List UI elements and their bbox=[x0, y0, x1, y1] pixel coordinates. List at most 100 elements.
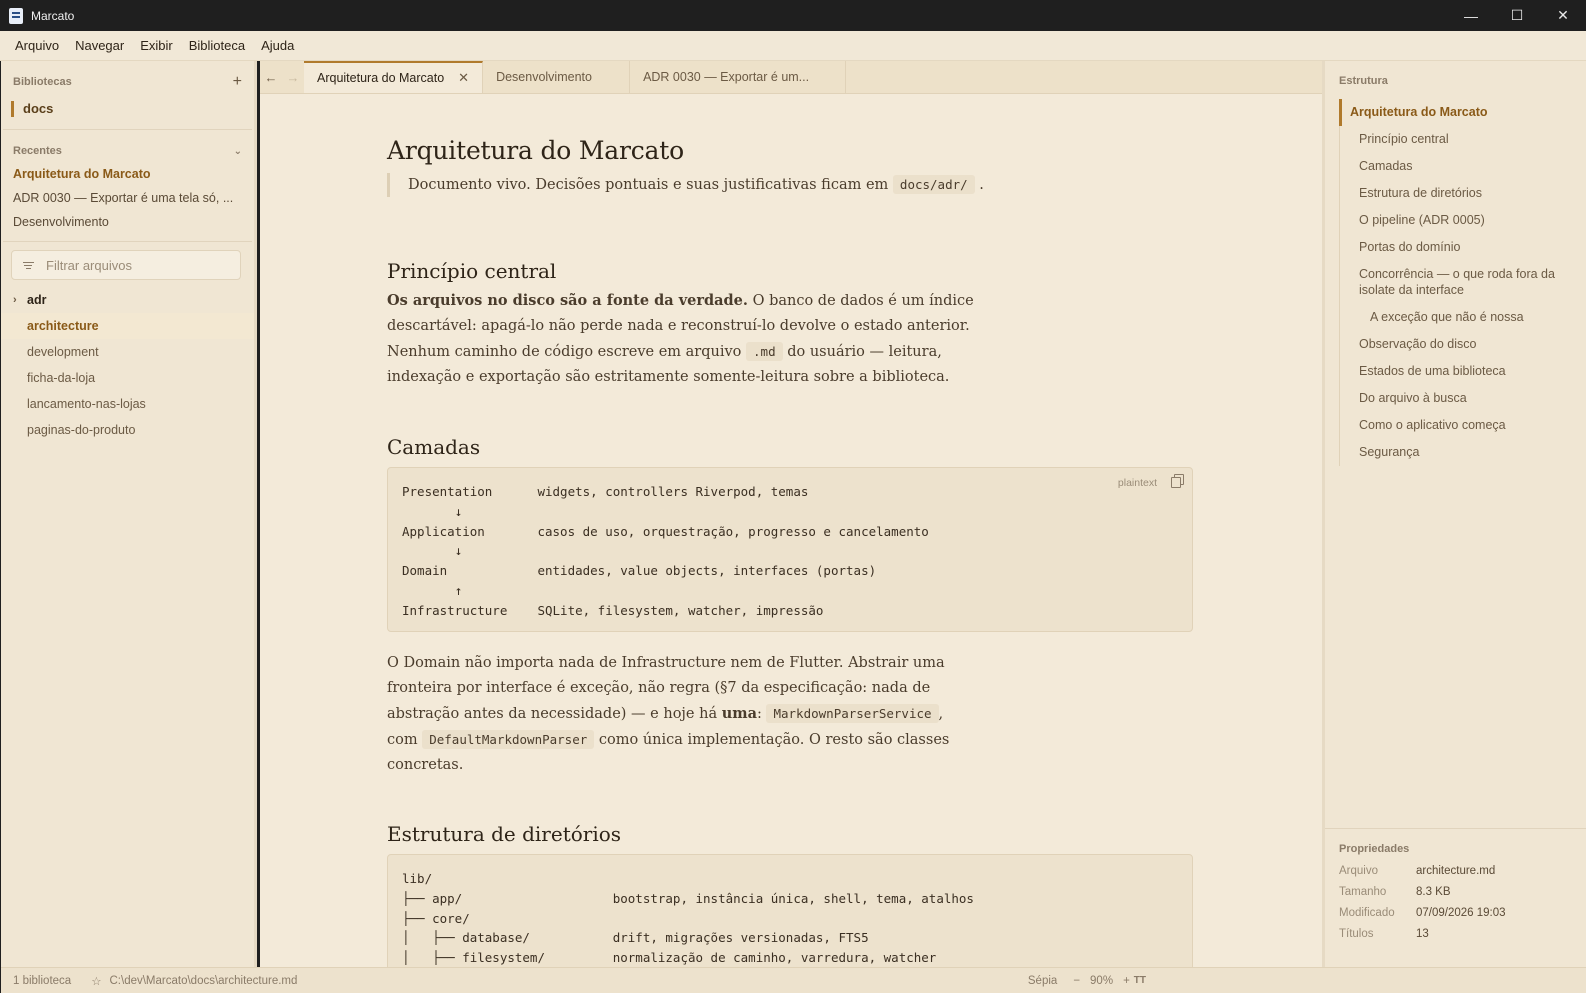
toc-item[interactable]: Concorrência — o que roda fora da isolat… bbox=[1340, 261, 1586, 304]
menu-ajuda[interactable]: Ajuda bbox=[253, 38, 302, 53]
tree-item-development[interactable]: development bbox=[1, 339, 254, 365]
file-tree: › adr architecture development ficha-da-… bbox=[1, 287, 254, 443]
property-value: 13 bbox=[1416, 928, 1429, 940]
quote-text: Documento vivo. Decisões pontuais e suas… bbox=[408, 177, 889, 193]
menu-biblioteca[interactable]: Biblioteca bbox=[181, 38, 253, 53]
toc-item[interactable]: Do arquivo à busca bbox=[1340, 385, 1586, 412]
maximize-button[interactable]: ☐ bbox=[1494, 0, 1540, 31]
tab-label: ADR 0030 — Exportar é um... bbox=[643, 70, 810, 84]
property-key: Títulos bbox=[1339, 928, 1374, 940]
filter-input[interactable]: Filtrar arquivos bbox=[11, 250, 241, 280]
property-key: Modificado bbox=[1339, 907, 1395, 919]
chevron-down-icon[interactable]: ⌄ bbox=[234, 146, 242, 157]
filter-placeholder: Filtrar arquivos bbox=[46, 257, 132, 273]
close-window-button[interactable]: ✕ bbox=[1540, 0, 1586, 31]
property-value: 07/09/2026 19:03 bbox=[1416, 907, 1506, 919]
inline-code: MarkdownParserService bbox=[766, 704, 939, 723]
properties-section: Propriedades Arquivo architecture.md Tama… bbox=[1325, 828, 1586, 945]
property-value: architecture.md bbox=[1416, 865, 1496, 877]
recent-item[interactable]: ADR 0030 — Exportar é uma tela só, ... bbox=[1, 186, 254, 210]
sidebar: Bibliotecas + docs Recentes ⌄ Arquitetur… bbox=[1, 61, 257, 967]
code-content: lib/ ├── app/ bootstrap, instância única… bbox=[402, 871, 974, 966]
toc-item[interactable]: Estrutura de diretórios bbox=[1340, 180, 1586, 207]
tab-bar: ← → Arquitetura do Marcato ✕ Desenvolvim… bbox=[260, 61, 1322, 94]
zoom-out-button[interactable]: − bbox=[1073, 975, 1080, 987]
tree-item-architecture[interactable]: architecture bbox=[1, 313, 254, 339]
divider bbox=[3, 129, 252, 130]
libraries-header: Bibliotecas + bbox=[1, 73, 254, 91]
toc-item[interactable]: A exceção que não é nossa bbox=[1340, 304, 1586, 331]
property-row: Títulos 13 bbox=[1325, 924, 1586, 945]
add-library-icon[interactable]: + bbox=[233, 73, 242, 91]
chevron-right-icon[interactable]: › bbox=[13, 287, 17, 313]
library-item-docs[interactable]: docs bbox=[11, 101, 254, 117]
tab-label: Arquitetura do Marcato bbox=[317, 71, 445, 85]
toc-item[interactable]: Estados de uma biblioteca bbox=[1340, 358, 1586, 385]
tree-item-paginas-do-produto[interactable]: paginas-do-produto bbox=[1, 417, 254, 443]
property-key: Tamanho bbox=[1339, 886, 1387, 898]
toc-item[interactable]: Princípio central bbox=[1340, 126, 1586, 153]
recents-header[interactable]: Recentes ⌄ bbox=[1, 141, 254, 161]
recent-item[interactable]: Desenvolvimento bbox=[1, 210, 254, 234]
bold-text: Os arquivos no disco são a fonte da verd… bbox=[387, 292, 748, 309]
paragraph-domain: O Domain não importa nada de Infrastruct… bbox=[387, 651, 977, 778]
toc-item[interactable]: Camadas bbox=[1340, 153, 1586, 180]
divider bbox=[3, 241, 252, 242]
file-path: C:\dev\Marcato\docs\architecture.md bbox=[109, 974, 298, 987]
toc-item[interactable]: O pipeline (ADR 0005) bbox=[1340, 207, 1586, 234]
outline-panel: Estrutura Arquitetura do Marcato Princíp… bbox=[1322, 61, 1586, 967]
paragraph-principio: Os arquivos no disco são a fonte da verd… bbox=[387, 288, 977, 390]
text-size-icon[interactable]: TT bbox=[1134, 975, 1146, 986]
tree-folder-adr[interactable]: › adr bbox=[1, 287, 254, 313]
document-view[interactable]: Arquitetura do Marcato Documento vivo. D… bbox=[260, 94, 1322, 967]
libraries-title: Bibliotecas bbox=[13, 76, 72, 88]
back-arrow-icon[interactable]: ← bbox=[260, 61, 282, 93]
doc-title: Arquitetura do Marcato bbox=[387, 136, 684, 165]
star-icon[interactable]: ☆ bbox=[91, 974, 101, 988]
recent-item[interactable]: Arquitetura do Marcato bbox=[1, 162, 254, 186]
tree-item-lancamento-nas-lojas[interactable]: lancamento-nas-lojas bbox=[1, 391, 254, 417]
menu-exibir[interactable]: Exibir bbox=[132, 38, 181, 53]
tab-desenvolvimento[interactable]: Desenvolvimento bbox=[483, 61, 631, 93]
code-language: plaintext bbox=[1117, 477, 1157, 489]
inline-code: docs/adr/ bbox=[892, 175, 975, 194]
tree-label: adr bbox=[27, 293, 47, 307]
blockquote: Documento vivo. Decisões pontuais e suas… bbox=[387, 173, 1193, 197]
toc-item[interactable]: Segurança bbox=[1340, 439, 1586, 466]
status-right: Sépia − 90% + TT bbox=[1028, 975, 1146, 987]
minimize-button[interactable]: — bbox=[1448, 0, 1494, 31]
tab-adr-0030[interactable]: ADR 0030 — Exportar é um... bbox=[630, 61, 847, 93]
title-bar: Marcato — ☐ ✕ bbox=[0, 0, 1586, 31]
heading-estrutura: Estrutura de diretórios bbox=[387, 822, 622, 846]
zoom-in-button[interactable]: + bbox=[1123, 975, 1130, 987]
zoom-level: 90% bbox=[1090, 974, 1114, 987]
copy-icon[interactable] bbox=[1171, 474, 1184, 488]
bold-text: uma bbox=[721, 705, 757, 722]
property-value: 8.3 KB bbox=[1416, 886, 1451, 898]
code-block-estrutura: lib/ ├── app/ bootstrap, instância única… bbox=[387, 854, 1193, 967]
recents-title: Recentes bbox=[13, 145, 62, 157]
property-row: Arquivo architecture.md bbox=[1325, 861, 1586, 882]
property-key: Arquivo bbox=[1339, 865, 1378, 877]
toc-item[interactable]: Arquitetura do Marcato bbox=[1339, 99, 1586, 126]
close-tab-icon[interactable]: ✕ bbox=[458, 70, 469, 86]
forward-arrow-icon[interactable]: → bbox=[282, 61, 304, 93]
outline-title: Estrutura bbox=[1339, 75, 1388, 87]
menu-arquivo[interactable]: Arquivo bbox=[7, 38, 67, 53]
tree-item-ficha-da-loja[interactable]: ficha-da-loja bbox=[1, 365, 254, 391]
quote-end: . bbox=[979, 177, 984, 193]
markdown-document: Arquitetura do Marcato Documento vivo. D… bbox=[387, 94, 1193, 967]
library-count: 1 biblioteca bbox=[13, 974, 72, 987]
app-logo-icon bbox=[9, 7, 23, 24]
code-block-camadas: plaintext Presentation widgets, controlle… bbox=[387, 467, 1193, 632]
toc-item[interactable]: Como o aplicativo começa bbox=[1340, 412, 1586, 439]
theme-selector[interactable]: Sépia bbox=[1028, 975, 1057, 987]
menu-navegar[interactable]: Navegar bbox=[67, 38, 132, 53]
window-controls: — ☐ ✕ bbox=[1448, 0, 1586, 31]
status-bar: 1 biblioteca ☆ C:\dev\Marcato\docs\archi… bbox=[1, 967, 1586, 993]
toc-item[interactable]: Portas do domínio bbox=[1340, 234, 1586, 261]
table-of-contents: Arquitetura do Marcato Princípio central… bbox=[1339, 99, 1586, 466]
toc-item[interactable]: Observação do disco bbox=[1340, 331, 1586, 358]
tab-arquitetura[interactable]: Arquitetura do Marcato ✕ bbox=[304, 61, 484, 93]
filter-icon bbox=[22, 261, 34, 269]
